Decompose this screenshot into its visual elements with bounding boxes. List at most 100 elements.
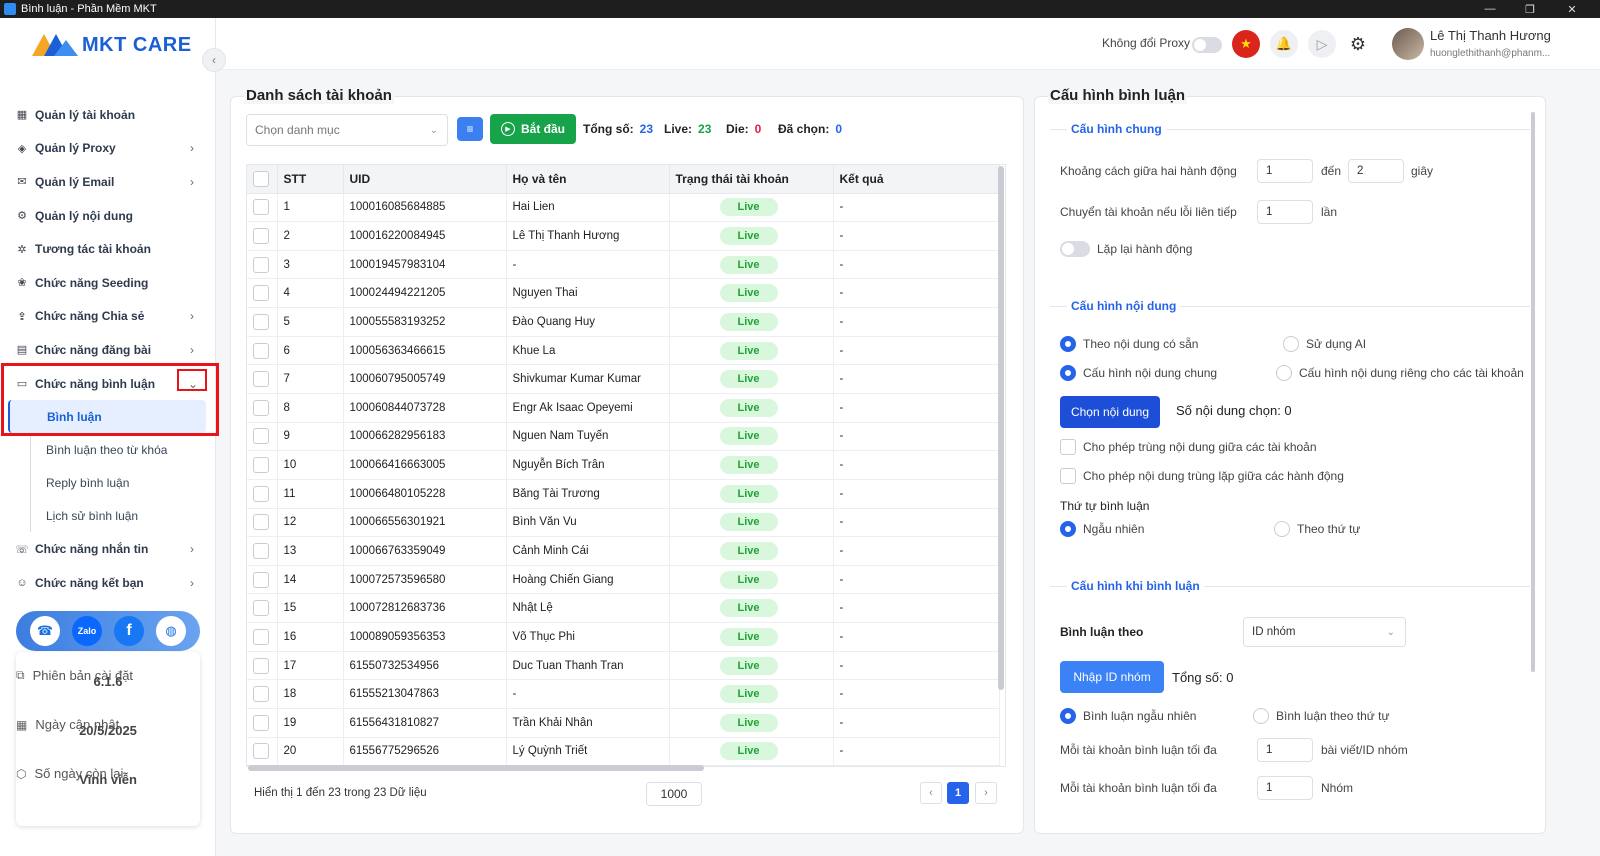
table-row[interactable]: 20 61556775296526 Lý Quỳnh Triết Live - (247, 737, 1000, 766)
row-checkbox[interactable] (253, 657, 269, 674)
content-ai-radio[interactable] (1283, 336, 1299, 352)
row-checkbox[interactable] (253, 514, 269, 531)
sidebar-item-add-friend[interactable]: ☺ Chức năng kết bạn › (0, 566, 216, 600)
sidebar-subitem-comment-keyword[interactable]: Bình luận theo từ khóa (30, 433, 216, 467)
category-select[interactable]: Chọn danh mục ⌄ (246, 114, 448, 146)
proxy-toggle[interactable] (1192, 37, 1222, 53)
row-select-cell[interactable] (247, 737, 278, 766)
content-common-radio[interactable] (1060, 365, 1076, 381)
column-header[interactable]: Kết quả (833, 165, 1000, 194)
row-checkbox[interactable] (253, 399, 269, 416)
sidebar-item-proxy[interactable]: ◈ Quản lý Proxy › (0, 132, 216, 166)
row-checkbox[interactable] (253, 342, 269, 359)
import-group-id-button[interactable]: Nhập ID nhóm (1060, 661, 1164, 693)
table-row[interactable]: 6 100056363466615 Khue La Live - (247, 336, 1000, 366)
bell-icon[interactable]: 🔔 (1270, 30, 1298, 58)
table-row[interactable]: 14 100072573596580 Hoàng Chiến Giang Live - (247, 565, 1000, 595)
row-select-cell[interactable] (247, 593, 278, 624)
row-checkbox[interactable] (253, 543, 269, 559)
row-select-cell[interactable] (247, 565, 278, 595)
sidebar-item-accounts[interactable]: ▦ Quản lý tài khoản (0, 98, 216, 132)
row-select-cell[interactable] (247, 422, 278, 452)
max-groups-input[interactable]: 1 (1257, 776, 1313, 800)
row-select-cell[interactable] (247, 250, 278, 280)
table-row[interactable]: 9 100066282956183 Nguen Nam Tuyến Live - (247, 422, 1000, 452)
table-row[interactable]: 12 100066556301921 Bình Văn Vu Live - (247, 508, 1000, 538)
column-header[interactable]: UID (343, 165, 507, 194)
table-vertical-scrollbar[interactable] (998, 166, 1004, 690)
row-select-cell[interactable] (247, 536, 278, 566)
table-row[interactable]: 19 61556431810827 Trần Khải Nhân Live - (247, 708, 1000, 738)
minimize-icon[interactable]: — (1470, 0, 1510, 18)
row-checkbox[interactable] (253, 199, 269, 216)
table-row[interactable]: 4 100024494221205 Nguyen Thai Live - (247, 278, 1000, 309)
row-checkbox[interactable] (253, 428, 269, 445)
config-scrollbar[interactable] (1531, 112, 1535, 672)
row-select-cell[interactable] (247, 450, 278, 480)
row-select-cell[interactable] (247, 508, 278, 538)
row-checkbox[interactable] (253, 714, 269, 731)
row-checkbox[interactable] (253, 256, 269, 273)
table-row[interactable]: 7 100060795005749 Shivkumar Kumar Kumar Liv… (247, 364, 1000, 394)
row-select-cell[interactable] (247, 336, 278, 366)
row-select-cell[interactable] (247, 307, 278, 337)
select-all-cell[interactable] (247, 165, 278, 194)
row-select-cell[interactable] (247, 679, 278, 710)
settings-gear-icon[interactable]: ⚙ (1344, 30, 1372, 58)
row-checkbox[interactable] (253, 457, 269, 474)
sidebar-item-messaging[interactable]: ☏ Chức năng nhắn tin › (0, 532, 216, 566)
max-per-post-input[interactable]: 1 (1257, 738, 1313, 762)
table-row[interactable]: 5 100055583193252 Đào Quang Huy Live - (247, 307, 1000, 337)
next-page-button[interactable]: › (975, 782, 997, 804)
sidebar-item-email[interactable]: ✉ Quản lý Email › (0, 165, 216, 199)
table-horizontal-scrollbar[interactable] (248, 765, 704, 771)
support-icon[interactable]: ☎ (30, 616, 60, 646)
sidebar-item-posting[interactable]: ▤ Chức năng đăng bài › (0, 333, 216, 367)
row-select-cell[interactable] (247, 221, 278, 251)
content-per-account-radio[interactable] (1276, 365, 1292, 381)
row-select-cell[interactable] (247, 278, 278, 309)
start-button[interactable]: ▶ Bắt đầu (490, 114, 576, 144)
row-select-cell[interactable] (247, 393, 278, 423)
table-row[interactable]: 10 100066416663005 Nguyễn Bích Trân Live - (247, 450, 1000, 480)
table-row[interactable]: 8 100060844073728 Engr Ak Isaac Opeyemi Liv… (247, 393, 1000, 423)
sidebar-item-content[interactable]: ⚙ Quản lý nội dung (0, 199, 216, 233)
column-header[interactable]: STT (277, 165, 344, 194)
comment-sequence-radio[interactable] (1253, 708, 1269, 724)
prev-page-button[interactable]: ‹ (920, 782, 942, 804)
row-checkbox[interactable] (253, 285, 269, 302)
row-checkbox[interactable] (253, 371, 269, 388)
row-checkbox[interactable] (253, 628, 269, 645)
sidebar-subitem-reply-comment[interactable]: Reply bình luận (30, 466, 216, 500)
column-header[interactable]: Trạng thái tài khoản (669, 165, 834, 194)
page-size-input[interactable]: 1000 (646, 782, 702, 806)
row-checkbox[interactable] (253, 227, 269, 244)
sidebar-collapse-button[interactable]: ‹ (202, 48, 226, 72)
language-flag-icon[interactable]: ★ (1232, 30, 1260, 58)
row-checkbox[interactable] (253, 600, 269, 617)
allow-dup-actions-checkbox[interactable] (1060, 468, 1076, 484)
maximize-icon[interactable]: ❐ (1510, 0, 1550, 18)
table-row[interactable]: 11 100066480105228 Băng Tài Trương Live - (247, 479, 1000, 509)
table-row[interactable]: 16 100089059356353 Võ Thục Phi Live - (247, 622, 1000, 652)
choose-content-button[interactable]: Chọn nội dung (1060, 396, 1160, 428)
facebook-icon[interactable]: f (114, 616, 144, 646)
order-random-radio[interactable] (1060, 521, 1076, 537)
content-available-radio[interactable] (1060, 336, 1076, 352)
row-checkbox[interactable] (253, 571, 269, 588)
row-checkbox[interactable] (253, 485, 269, 502)
switch-account-input[interactable]: 1 (1257, 200, 1313, 224)
comment-by-select[interactable]: ID nhóm ⌄ (1243, 617, 1406, 647)
page-1-button[interactable]: 1 (947, 782, 969, 804)
avatar[interactable] (1392, 28, 1424, 60)
comment-random-radio[interactable] (1060, 708, 1076, 724)
delay-from-input[interactable]: 1 (1257, 159, 1313, 183)
row-checkbox[interactable] (253, 686, 269, 703)
table-row[interactable]: 17 61550732534956 Duc Tuan Thanh Tran Live - (247, 651, 1000, 681)
repeat-action-toggle[interactable] (1060, 241, 1090, 257)
play-circle-icon[interactable]: ▷ (1308, 30, 1336, 58)
row-checkbox[interactable] (253, 743, 269, 760)
row-select-cell[interactable] (247, 364, 278, 394)
sidebar-item-seeding[interactable]: ❀ Chức năng Seeding (0, 266, 216, 300)
zalo-icon[interactable]: Zalo (72, 616, 102, 646)
